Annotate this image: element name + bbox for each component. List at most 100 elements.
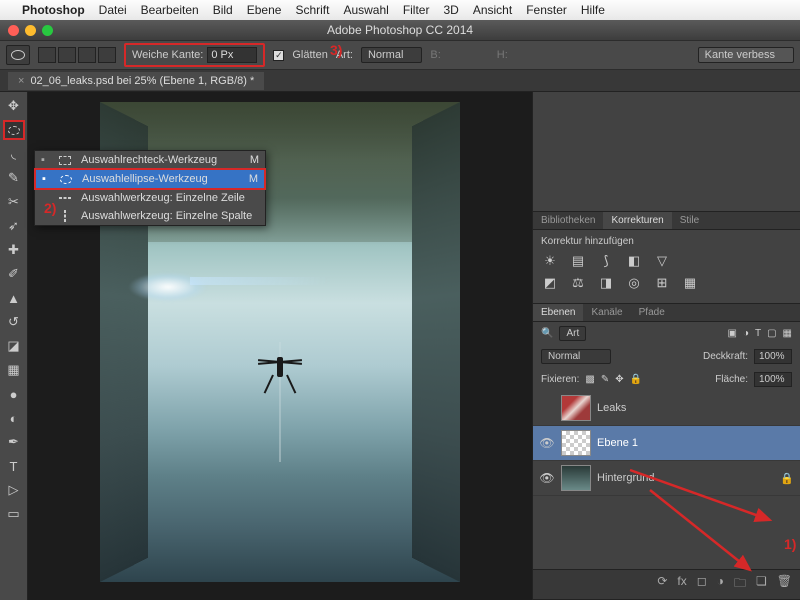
menu-bearbeiten[interactable]: Bearbeiten xyxy=(141,3,199,17)
active-tool-indicator[interactable] xyxy=(6,45,30,65)
flyout-item-label: Auswahlwerkzeug: Einzelne Zeile xyxy=(81,192,259,204)
adj-balance-icon[interactable]: ⚖ xyxy=(569,275,587,291)
new-layer-icon[interactable]: ❏ xyxy=(756,574,767,595)
flyout-rect-marquee[interactable]: ▪ Auswahlrechteck-Werkzeug M xyxy=(35,151,265,169)
path-select-tool[interactable]: ▷ xyxy=(3,480,25,500)
adj-photo-filter-icon[interactable]: ◎ xyxy=(625,275,643,291)
opacity-input[interactable]: 100% xyxy=(754,349,792,364)
history-brush-tool[interactable]: ↺ xyxy=(3,312,25,332)
healing-tool[interactable]: ✚ xyxy=(3,240,25,260)
link-layers-icon[interactable]: ⟳ xyxy=(657,574,667,595)
menu-bild[interactable]: Bild xyxy=(213,3,233,17)
layer-row[interactable]: 👁 Ebene 1 xyxy=(533,426,800,461)
menu-hilfe[interactable]: Hilfe xyxy=(581,3,605,17)
type-tool[interactable]: T xyxy=(3,456,25,476)
adj-hue-icon[interactable]: ◩ xyxy=(541,275,559,291)
lock-paint-icon[interactable]: ✎ xyxy=(601,374,609,385)
menu-auswahl[interactable]: Auswahl xyxy=(343,3,388,17)
layer-row[interactable]: Leaks xyxy=(533,391,800,426)
layer-row[interactable]: 👁 Hintergrund 🔒 xyxy=(533,461,800,496)
blur-tool[interactable]: ● xyxy=(3,384,25,404)
layer-thumbnail[interactable] xyxy=(561,395,591,421)
row-marquee-icon xyxy=(57,197,73,199)
adjustments-panel: Bibliotheken Korrekturen Stile Korrektur… xyxy=(533,212,800,304)
menu-ebene[interactable]: Ebene xyxy=(247,3,282,17)
layer-thumbnail[interactable] xyxy=(561,465,591,491)
move-tool[interactable]: ✥ xyxy=(3,96,25,116)
filter-shape-icon[interactable]: ▢ xyxy=(767,328,776,339)
menu-filter[interactable]: Filter xyxy=(403,3,430,17)
app-menu[interactable]: Photoshop xyxy=(22,3,85,17)
flyout-ellipse-marquee[interactable]: ▪ Auswahlellipse-Werkzeug M xyxy=(34,168,266,190)
tab-korrekturen[interactable]: Korrekturen xyxy=(603,212,671,229)
layer-name-label[interactable]: Leaks xyxy=(597,402,794,414)
brush-tool[interactable]: ✐ xyxy=(3,264,25,284)
document-tab-label: 02_06_leaks.psd bei 25% (Ebene 1, RGB/8)… xyxy=(30,75,254,87)
tab-stile[interactable]: Stile xyxy=(672,212,707,229)
layer-filter-select[interactable]: Art xyxy=(559,326,586,341)
window-zoom-button[interactable] xyxy=(42,25,53,36)
adj-curves-icon[interactable]: ⟆ xyxy=(597,253,615,269)
adj-vibrance-icon[interactable]: ▽ xyxy=(653,253,671,269)
style-select[interactable]: Normal xyxy=(361,47,422,63)
adj-exposure-icon[interactable]: ◧ xyxy=(625,253,643,269)
refine-edge-button[interactable]: Kante verbess xyxy=(698,47,794,63)
lock-trans-icon[interactable]: ▩ xyxy=(585,374,594,385)
filter-pixel-icon[interactable]: ▣ xyxy=(727,328,736,339)
tab-kanaele[interactable]: Kanäle xyxy=(583,304,630,321)
eraser-tool[interactable]: ◪ xyxy=(3,336,25,356)
menu-3d[interactable]: 3D xyxy=(443,3,458,17)
fill-input[interactable]: 100% xyxy=(754,372,792,387)
filter-adj-icon[interactable]: ◑ xyxy=(743,328,749,339)
shape-tool[interactable]: ▭ xyxy=(3,504,25,524)
stamp-tool[interactable]: ▲ xyxy=(3,288,25,308)
antialias-checkbox[interactable]: ✓ xyxy=(273,50,284,61)
menu-datei[interactable]: Datei xyxy=(99,3,127,17)
pen-tool[interactable]: ✒ xyxy=(3,432,25,452)
blend-mode-select[interactable]: Normal xyxy=(541,349,611,364)
selection-mode-buttons[interactable] xyxy=(38,47,116,63)
ellipse-marquee-icon xyxy=(58,175,74,184)
filter-smart-icon[interactable]: ▦ xyxy=(783,328,792,339)
layer-mask-icon[interactable]: ◻ xyxy=(697,574,707,595)
layer-name-label[interactable]: Ebene 1 xyxy=(597,437,794,449)
lock-all-icon[interactable]: 🔒 xyxy=(630,374,642,385)
adj-lut-icon[interactable]: ▦ xyxy=(681,275,699,291)
tab-pfade[interactable]: Pfade xyxy=(631,304,673,321)
menu-ansicht[interactable]: Ansicht xyxy=(473,3,512,17)
layer-fx-icon[interactable]: fx xyxy=(677,574,686,595)
lock-move-icon[interactable]: ✥ xyxy=(615,374,623,385)
marquee-tool[interactable] xyxy=(3,120,25,140)
gradient-tool[interactable]: ▦ xyxy=(3,360,25,380)
close-tab-icon[interactable]: × xyxy=(18,75,24,87)
visibility-toggle[interactable]: 👁 xyxy=(539,471,555,485)
quick-select-tool[interactable]: ✎ xyxy=(3,168,25,188)
tab-ebenen[interactable]: Ebenen xyxy=(533,304,583,321)
visibility-toggle[interactable]: 👁 xyxy=(539,436,555,450)
layer-filter-icon[interactable]: 🔍 xyxy=(541,328,553,339)
window-close-button[interactable] xyxy=(8,25,19,36)
layer-group-icon[interactable]: 🗀 xyxy=(734,574,746,595)
lasso-tool[interactable]: ◟ xyxy=(3,144,25,164)
menu-fenster[interactable]: Fenster xyxy=(526,3,567,17)
flyout-row-marquee[interactable]: Auswahlwerkzeug: Einzelne Zeile xyxy=(35,189,265,207)
window-titlebar: Adobe Photoshop CC 2014 xyxy=(0,20,800,40)
layer-thumbnail[interactable] xyxy=(561,430,591,456)
adj-bw-icon[interactable]: ◨ xyxy=(597,275,615,291)
dodge-tool[interactable]: ◐ xyxy=(3,408,25,428)
feather-input[interactable] xyxy=(207,47,257,63)
filter-type-icon[interactable]: T xyxy=(755,328,761,339)
crop-tool[interactable]: ✂ xyxy=(3,192,25,212)
tab-bibliotheken[interactable]: Bibliotheken xyxy=(533,212,603,229)
flyout-col-marquee[interactable]: Auswahlwerkzeug: Einzelne Spalte xyxy=(35,207,265,225)
adj-brightness-icon[interactable]: ☀ xyxy=(541,253,559,269)
eyedropper-tool[interactable]: ➶ xyxy=(3,216,25,236)
delete-layer-icon[interactable]: 🗑 xyxy=(777,574,792,595)
adjustment-layer-icon[interactable]: ◑ xyxy=(717,574,724,595)
menu-schrift[interactable]: Schrift xyxy=(295,3,329,17)
adj-levels-icon[interactable]: ▤ xyxy=(569,253,587,269)
window-minimize-button[interactable] xyxy=(25,25,36,36)
adj-channel-mixer-icon[interactable]: ⊞ xyxy=(653,275,671,291)
document-tab[interactable]: × 02_06_leaks.psd bei 25% (Ebene 1, RGB/… xyxy=(8,72,264,90)
layer-name-label[interactable]: Hintergrund xyxy=(597,472,774,484)
